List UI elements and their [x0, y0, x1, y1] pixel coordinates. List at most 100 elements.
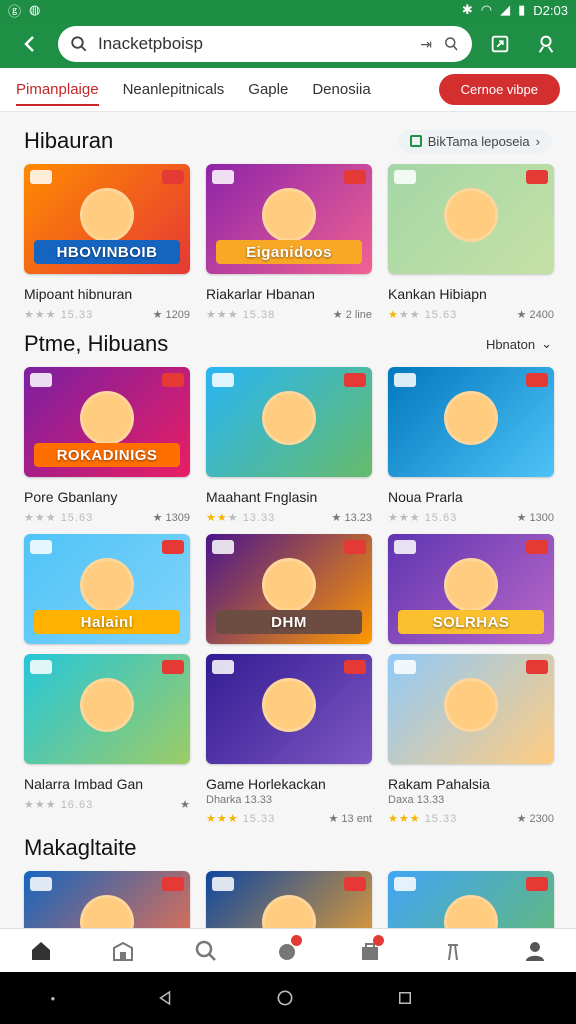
nav-tower[interactable] — [433, 931, 473, 971]
game-tag-icon — [344, 170, 366, 184]
game-card[interactable]: DHM — [206, 534, 372, 644]
star-icon: ★ — [216, 309, 228, 321]
game-card[interactable]: ROKADINIGS Pore Gbanlany ★★★ 15.63 ★ 1309 — [24, 367, 190, 524]
character-icon — [444, 677, 498, 732]
tab-3[interactable]: Denosiia — [312, 71, 370, 108]
star-icon: ★ — [398, 309, 410, 321]
game-title[interactable]: Rakam Pahalsia — [388, 776, 554, 792]
rating-stars: ★★★ 16.63 — [24, 798, 93, 811]
nav-store[interactable] — [103, 931, 143, 971]
game-thumbnail[interactable]: SOLRHAS — [388, 534, 554, 644]
character-icon — [80, 557, 134, 612]
main-content[interactable]: Hibauran BikTama leposeia › HBOVINBOIB Mi… — [0, 116, 576, 928]
game-badge-icon — [394, 540, 416, 554]
game-thumbnail[interactable]: Eiganidoos — [206, 164, 372, 274]
download-count: ★ 2 line — [332, 309, 372, 321]
cta-button[interactable]: Cernoe vibpe — [438, 74, 560, 105]
rating-value: 15.33 — [60, 309, 94, 321]
system-navigation: ● — [0, 972, 576, 1024]
game-meta: ★★★ 16.63 ★ — [24, 798, 190, 811]
game-thumbnail[interactable]: DHM — [206, 534, 372, 644]
status-bar: ⓖ ◍ ✱ ◠ ◢ ▮ D2:03 — [0, 0, 576, 20]
star-icon: ★ — [227, 512, 239, 524]
share-button[interactable] — [482, 26, 518, 62]
game-card[interactable]: Game Horlekackan Dharka 13.33 ★★★ 15.33 ★ 1… — [206, 654, 372, 825]
game-card[interactable]: SOLRHAS — [388, 534, 554, 644]
system-recents-icon[interactable] — [396, 989, 414, 1007]
rating-stars: ★★★ 15.63 — [388, 511, 457, 524]
scan-icon[interactable]: ⇥ — [420, 36, 432, 53]
nav-home[interactable] — [21, 931, 61, 971]
game-thumbnail[interactable]: ROKADINIGS — [24, 367, 190, 477]
search-input[interactable] — [98, 34, 411, 54]
game-logo-text: HBOVINBOIB — [34, 240, 180, 264]
game-title[interactable]: Maahant Fnglasin — [206, 489, 372, 505]
game-thumbnail[interactable] — [206, 654, 372, 764]
game-card[interactable] — [24, 871, 190, 928]
game-card[interactable]: Kankan Hibiapn ★★★ 15.63 ★ 2400 — [388, 164, 554, 321]
game-card[interactable]: Nalarra Imbad Gan ★★★ 16.63 ★ — [24, 654, 190, 825]
game-thumbnail[interactable] — [24, 871, 190, 928]
game-thumbnail[interactable]: Folemalah — [206, 871, 372, 928]
game-thumbnail[interactable] — [388, 164, 554, 274]
tab-0[interactable]: Pimanplaige — [16, 71, 99, 108]
game-card[interactable]: HBOVINBOIB Mipoant hibnuran ★★★ 15.33 ★ 120… — [24, 164, 190, 321]
nav-notifications[interactable] — [268, 931, 308, 971]
game-title[interactable]: Riakarlar Hbanan — [206, 286, 372, 302]
game-thumbnail[interactable]: FOLLENRURS — [388, 871, 554, 928]
game-tag-icon — [526, 170, 548, 184]
search-bar[interactable]: ⇥ — [58, 26, 472, 62]
tab-1[interactable]: Neanlepitnicals — [123, 71, 225, 108]
download-count: ★ 13.23 — [331, 512, 372, 524]
status-time: D2:03 — [533, 2, 568, 18]
game-tag-icon — [526, 540, 548, 554]
bottom-navigation — [0, 928, 576, 972]
game-thumbnail[interactable] — [206, 367, 372, 477]
nav-search[interactable] — [186, 931, 226, 971]
game-title[interactable]: Mipoant hibnuran — [24, 286, 190, 302]
game-grid: ROKADINIGS Pore Gbanlany ★★★ 15.63 ★ 1309 Ma… — [24, 367, 554, 825]
account-button[interactable] — [528, 26, 564, 62]
game-thumbnail[interactable] — [24, 654, 190, 764]
game-card[interactable]: Maahant Fnglasin ★★★ 13.33 ★ 13.23 — [206, 367, 372, 524]
nav-bag[interactable] — [350, 931, 390, 971]
section-header: Hibauran BikTama leposeia › — [24, 128, 552, 154]
game-thumbnail[interactable] — [388, 654, 554, 764]
game-title[interactable]: Nalarra Imbad Gan — [24, 776, 190, 792]
section-header: Makagltaite — [24, 835, 552, 861]
download-count-value: 13.23 — [344, 512, 372, 524]
back-button[interactable] — [12, 26, 48, 62]
game-card[interactable]: Halainl — [24, 534, 190, 644]
sort-dropdown[interactable]: Hbnaton ⌄ — [486, 336, 552, 352]
game-thumbnail[interactable]: Halainl — [24, 534, 190, 644]
search-icon — [71, 36, 87, 52]
game-tag-icon — [344, 877, 366, 891]
rating-stars: ★★★ 13.33 — [206, 511, 275, 524]
star-icon: ★ — [34, 512, 46, 524]
game-badge-icon — [30, 170, 52, 184]
download-count: ★ 13 ent — [328, 813, 372, 825]
game-logo-text: DHM — [216, 610, 362, 634]
game-card[interactable]: Noua Prarla ★★★ 15.63 ★ 1300 — [388, 367, 554, 524]
tab-2[interactable]: Gaple — [248, 71, 288, 108]
game-title[interactable]: Noua Prarla — [388, 489, 554, 505]
game-thumbnail[interactable] — [388, 367, 554, 477]
filter-pill[interactable]: BikTama leposeia › — [397, 129, 552, 153]
game-card[interactable]: Eiganidoos Riakarlar Hbanan ★★★ 15.38 ★ 2 l… — [206, 164, 372, 321]
system-home-icon[interactable] — [275, 988, 295, 1008]
nav-profile[interactable] — [515, 931, 555, 971]
game-tag-icon — [344, 660, 366, 674]
game-card[interactable]: Rakam Pahalsia Daxa 13.33 ★★★ 15.33 ★ 2300 — [388, 654, 554, 825]
game-card[interactable]: Folemalah — [206, 871, 372, 928]
voice-search-icon[interactable] — [442, 35, 460, 53]
game-title[interactable]: Game Horlekackan — [206, 776, 372, 792]
game-title[interactable]: Kankan Hibiapn — [388, 286, 554, 302]
rating-value: 15.38 — [242, 309, 276, 321]
game-card[interactable]: FOLLENRURS — [388, 871, 554, 928]
game-logo-text: Halainl — [34, 610, 180, 634]
game-title[interactable]: Pore Gbanlany — [24, 489, 190, 505]
rating-value: 15.33 — [424, 813, 458, 825]
system-back-icon[interactable] — [156, 989, 174, 1007]
rating-value: 15.63 — [424, 512, 458, 524]
game-thumbnail[interactable]: HBOVINBOIB — [24, 164, 190, 274]
